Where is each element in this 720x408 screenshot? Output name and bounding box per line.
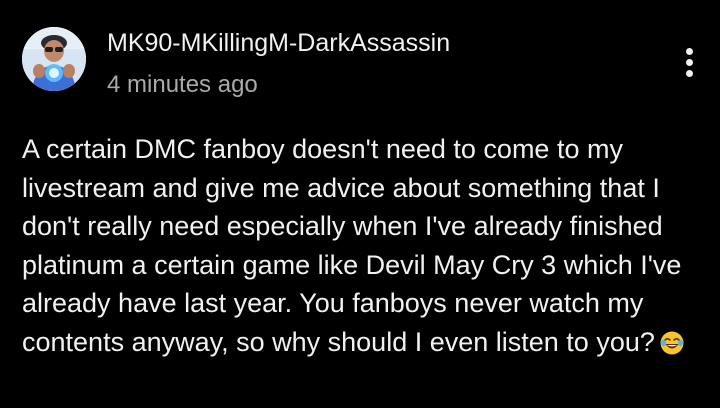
more-vertical-icon: [685, 47, 693, 55]
tears-of-joy-emoji: [659, 328, 685, 367]
more-vertical-icon: [685, 58, 693, 66]
avatar-image: [22, 27, 86, 91]
more-options-button[interactable]: [672, 40, 706, 84]
comment-card: MK90-MKillingM-DarkAssassin 4 minutes ag…: [0, 0, 720, 408]
comment-body: A certain DMC fanboy doesn't need to com…: [22, 130, 702, 366]
comment-author[interactable]: MK90-MKillingM-DarkAssassin: [107, 27, 450, 59]
comment-text: A certain DMC fanboy doesn't need to com…: [22, 134, 682, 357]
more-vertical-icon: [685, 69, 693, 77]
avatar[interactable]: [22, 27, 86, 91]
comment-timestamp[interactable]: 4 minutes ago: [107, 70, 258, 100]
